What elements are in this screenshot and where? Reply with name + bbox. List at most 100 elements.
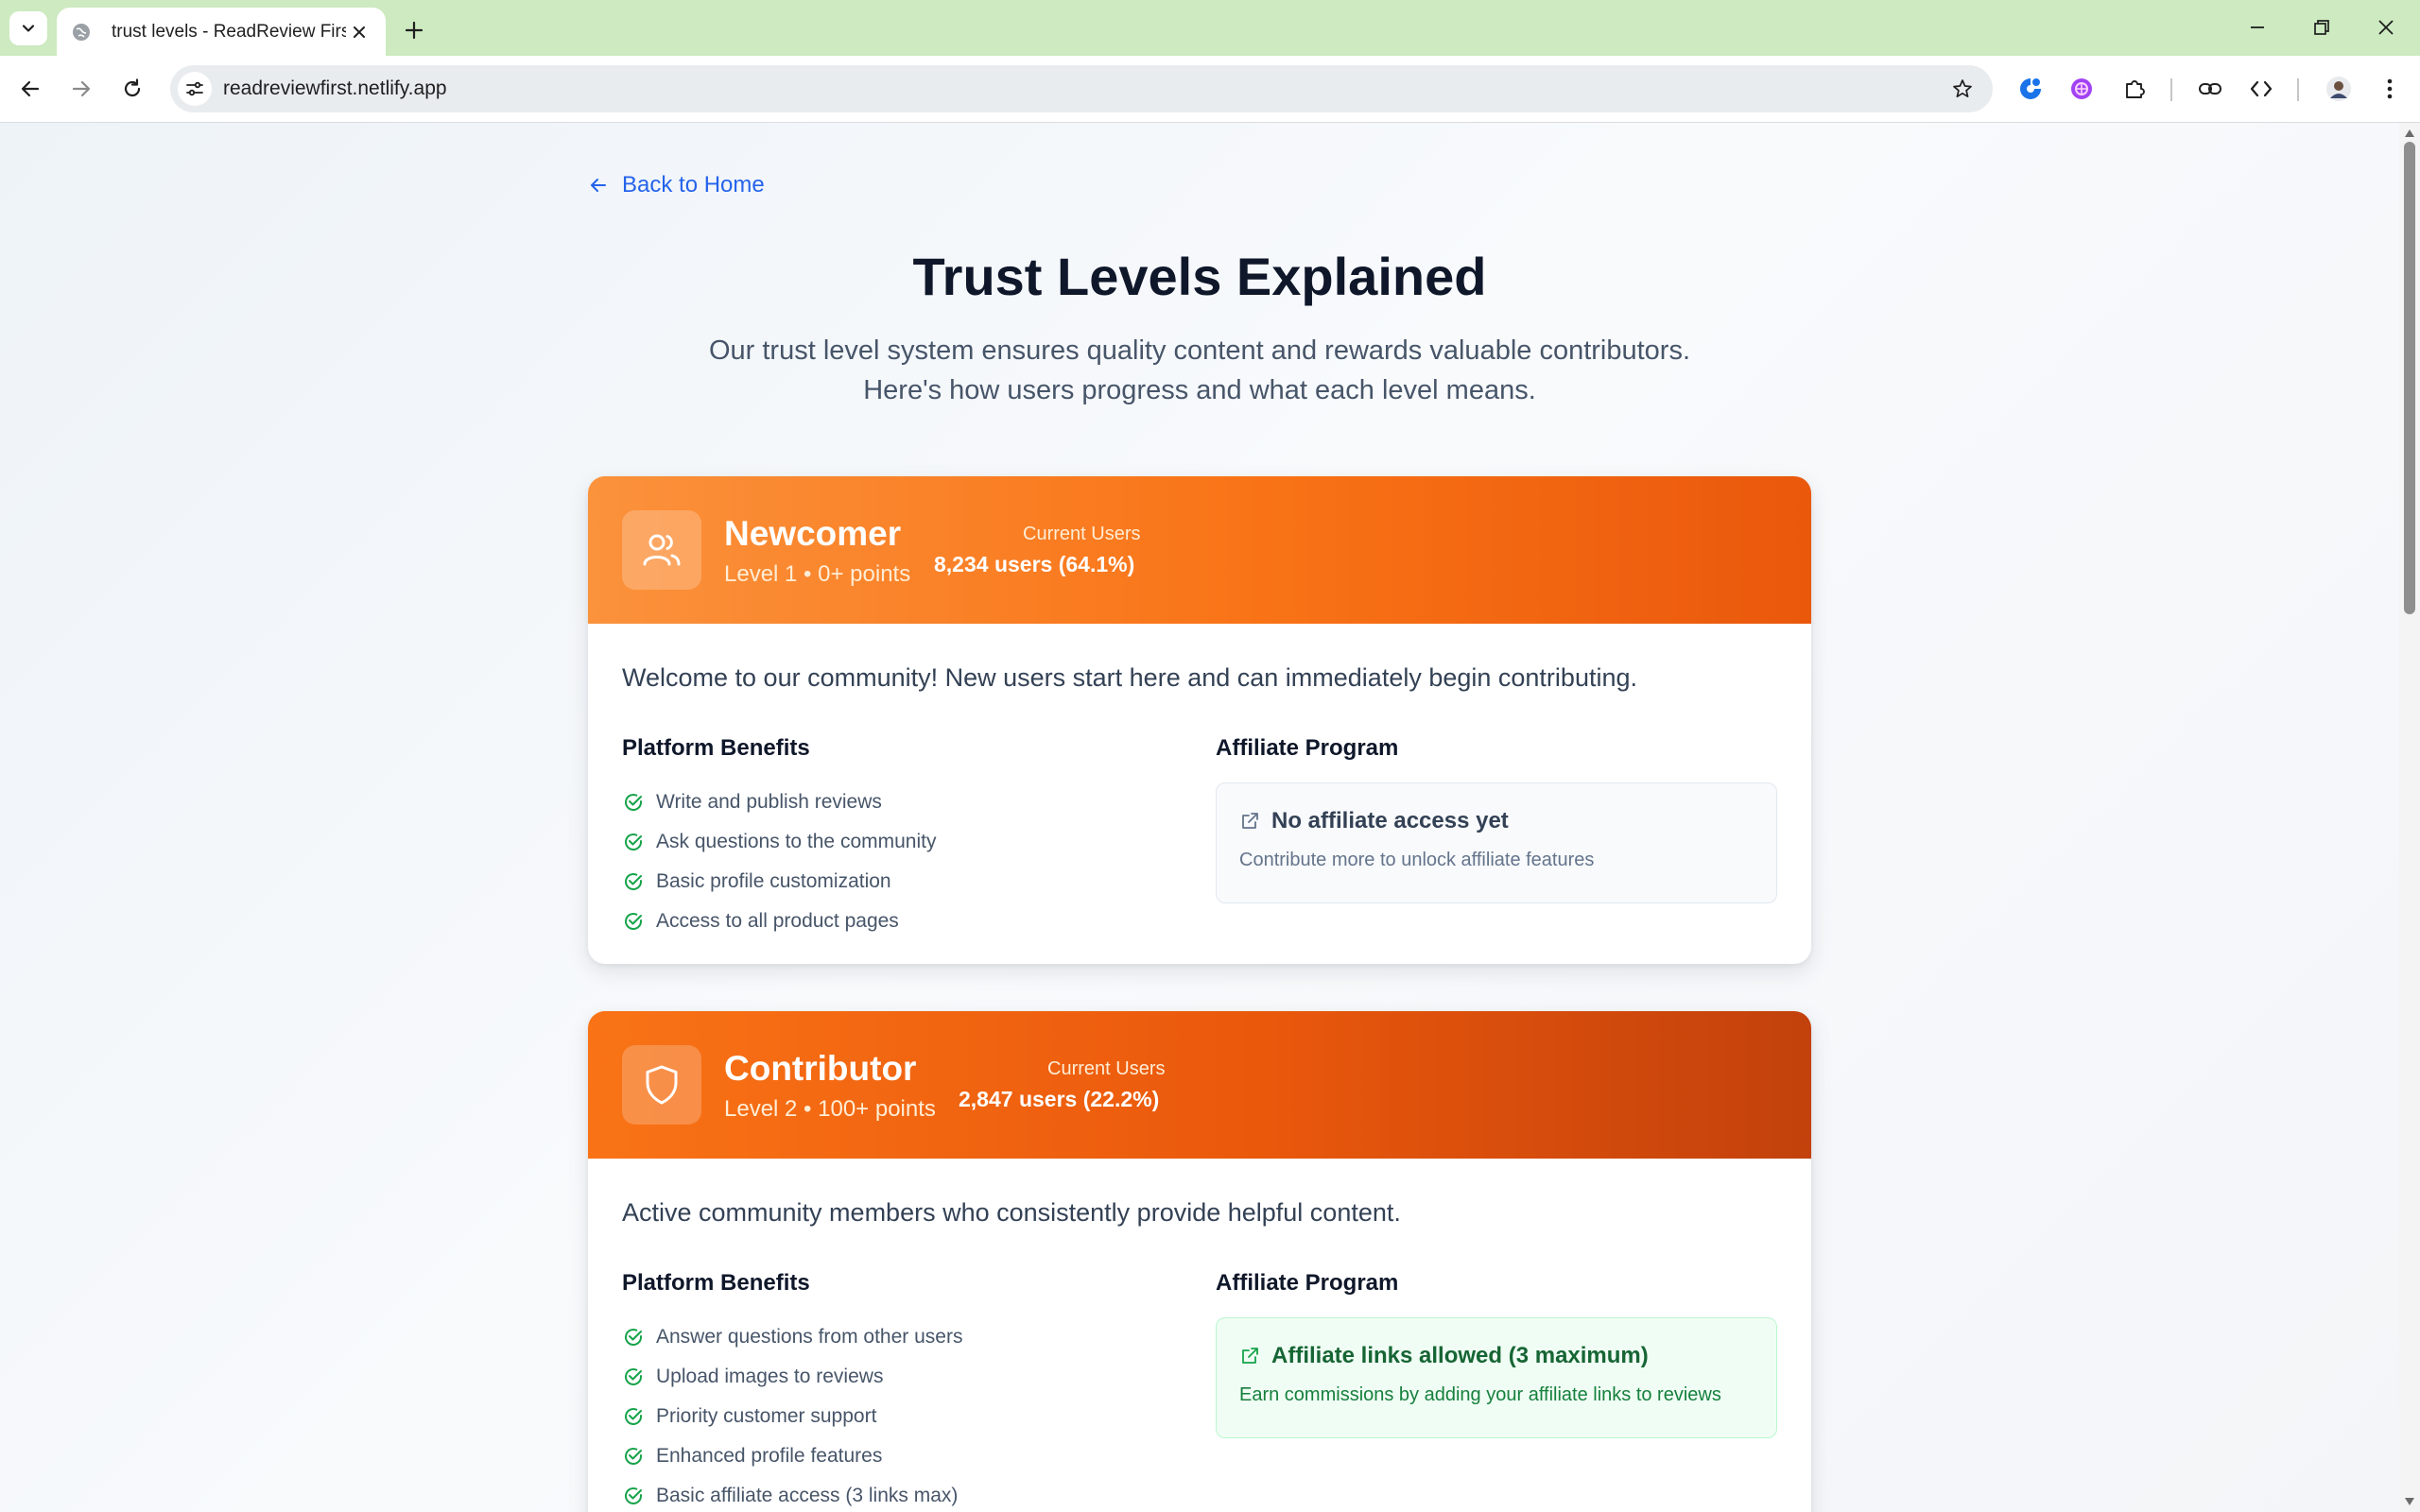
benefit-item: Write and publish reviews <box>622 782 936 822</box>
level-meta: Level 2 • 100+ points <box>724 1096 936 1122</box>
reload-icon <box>124 78 141 97</box>
benefit-item: Priority customer support <box>622 1397 962 1436</box>
back-link-label[interactable]: Back to Home <box>622 172 765 198</box>
current-users-label: Current Users <box>1047 1058 1166 1079</box>
benefit-text: Ask questions to the community <box>656 831 937 852</box>
benefits-list: Write and publish reviews Ask questions … <box>622 782 936 941</box>
minimize-button[interactable] <box>2235 9 2280 45</box>
page-scrollbar[interactable] <box>2399 123 2420 1512</box>
affiliate-status-box: No affiliate access yet Contribute more … <box>1216 782 1777 903</box>
extension-purple-icon <box>2071 78 2092 99</box>
current-users-value: 8,234 users (64.1%) <box>934 552 1135 576</box>
scroll-down-arrow-icon[interactable] <box>2403 1495 2416 1508</box>
benefit-text: Access to all product pages <box>656 910 899 932</box>
benefit-item: Basic profile customization <box>622 862 936 902</box>
bookmark-star-button[interactable] <box>1945 72 1979 106</box>
active-tab[interactable]: trust levels - ReadReview First <box>57 8 386 56</box>
benefit-item: Access to all product pages <box>622 902 936 941</box>
restore-icon <box>2314 20 2329 35</box>
benefit-item: Ask questions to the community <box>622 822 936 862</box>
browser-toolbar: readreviewfirst.netlify.app <box>0 56 2420 123</box>
copy-link-button[interactable] <box>2193 72 2227 106</box>
extension-blue-icon <box>2020 78 2041 99</box>
url-text[interactable]: readreviewfirst.netlify.app <box>223 65 447 112</box>
avatar-icon <box>2326 77 2351 101</box>
check-circle-icon <box>622 870 645 893</box>
users-icon <box>622 510 701 590</box>
toolbar-divider <box>2297 78 2299 101</box>
benefits-title: Platform Benefits <box>622 1270 810 1296</box>
affiliate-title: Affiliate Program <box>1216 1270 1399 1296</box>
tab-strip: trust levels - ReadReview First <box>0 0 2420 56</box>
plus-icon <box>405 21 424 40</box>
scroll-up-arrow-icon[interactable] <box>2403 127 2416 140</box>
scrollbar-thumb[interactable] <box>2404 142 2415 614</box>
affiliate-title: Affiliate Program <box>1216 735 1399 761</box>
benefit-item: Answer questions from other users <box>622 1317 962 1357</box>
back-to-home-link[interactable]: Back to Home <box>588 172 765 198</box>
shield-icon <box>622 1045 701 1125</box>
level-meta: Level 1 • 0+ points <box>724 561 911 587</box>
site-settings-button[interactable] <box>178 72 212 106</box>
check-circle-icon <box>622 791 645 814</box>
devtools-button[interactable] <box>2244 72 2278 106</box>
more-vertical-icon <box>2387 78 2393 99</box>
trust-level-card-newcomer: Newcomer Level 1 • 0+ points Current Use… <box>588 476 1811 964</box>
arrow-right-icon <box>72 80 91 97</box>
chevron-down-icon <box>22 25 35 32</box>
close-icon[interactable] <box>346 19 372 45</box>
level-header: Newcomer Level 1 • 0+ points Current Use… <box>588 476 1811 624</box>
back-button[interactable] <box>9 68 51 110</box>
external-link-icon <box>1242 1348 1258 1364</box>
address-bar[interactable]: readreviewfirst.netlify.app <box>170 65 1993 112</box>
benefits-list: Answer questions from other users Upload… <box>622 1317 962 1512</box>
new-tab-button[interactable] <box>397 13 431 47</box>
benefit-item: Upload images to reviews <box>622 1357 962 1397</box>
level-description: Welcome to our community! New users star… <box>622 663 1637 692</box>
page-title: Trust Levels Explained <box>912 247 1487 306</box>
subtitle-line: Our trust level system ensures quality c… <box>708 335 1691 366</box>
current-users-label: Current Users <box>1023 524 1141 544</box>
check-circle-icon <box>622 1405 645 1428</box>
link-icon <box>2199 83 2221 94</box>
check-circle-icon <box>622 1485 645 1507</box>
benefit-text: Enhanced profile features <box>656 1445 883 1467</box>
reload-button[interactable] <box>112 68 153 110</box>
benefit-text: Answer questions from other users <box>656 1326 963 1348</box>
level-name: Newcomer <box>724 514 902 553</box>
forward-button[interactable] <box>60 68 102 110</box>
profile-avatar[interactable] <box>2322 72 2356 106</box>
extension-blue-button[interactable] <box>2014 72 2048 106</box>
arrow-left-icon <box>21 80 40 97</box>
affiliate-status: No affiliate access yet <box>1271 808 1509 833</box>
level-name: Contributor <box>724 1049 917 1088</box>
benefit-text: Basic affiliate access (3 links max) <box>656 1485 959 1506</box>
page-subtitle: Our trust level system ensures quality c… <box>0 331 2399 410</box>
affiliate-note: Earn commissions by adding your affiliat… <box>1239 1384 1721 1405</box>
tune-icon <box>186 81 203 96</box>
benefit-text: Write and publish reviews <box>656 791 882 813</box>
benefit-text: Basic profile customization <box>656 870 891 892</box>
affiliate-note: Contribute more to unlock affiliate feat… <box>1239 850 1595 870</box>
tab-title: trust levels - ReadReview First <box>112 21 346 42</box>
globe-icon <box>70 21 93 43</box>
restore-button[interactable] <box>2299 9 2344 45</box>
benefit-text: Priority customer support <box>656 1405 877 1427</box>
external-link-icon <box>1242 813 1258 829</box>
extension-purple-button[interactable] <box>2065 72 2099 106</box>
toolbar-divider <box>2170 78 2172 101</box>
benefit-item: Enhanced profile features <box>622 1436 962 1476</box>
extensions-button[interactable] <box>2118 72 2152 106</box>
affiliate-status: Affiliate links allowed (3 maximum) <box>1271 1343 1649 1368</box>
minimize-icon <box>2251 26 2264 28</box>
star-icon <box>1953 79 1972 98</box>
code-icon <box>2250 80 2273 97</box>
check-circle-icon <box>622 910 645 933</box>
check-circle-icon <box>622 1366 645 1388</box>
puzzle-icon <box>2126 80 2145 98</box>
affiliate-status-box: Affiliate links allowed (3 maximum) Earn… <box>1216 1317 1777 1438</box>
browser-menu-button[interactable] <box>2373 72 2407 106</box>
close-window-button[interactable] <box>2363 9 2409 45</box>
benefit-item: Basic affiliate access (3 links max) <box>622 1476 962 1512</box>
tab-search-button[interactable] <box>9 11 47 45</box>
